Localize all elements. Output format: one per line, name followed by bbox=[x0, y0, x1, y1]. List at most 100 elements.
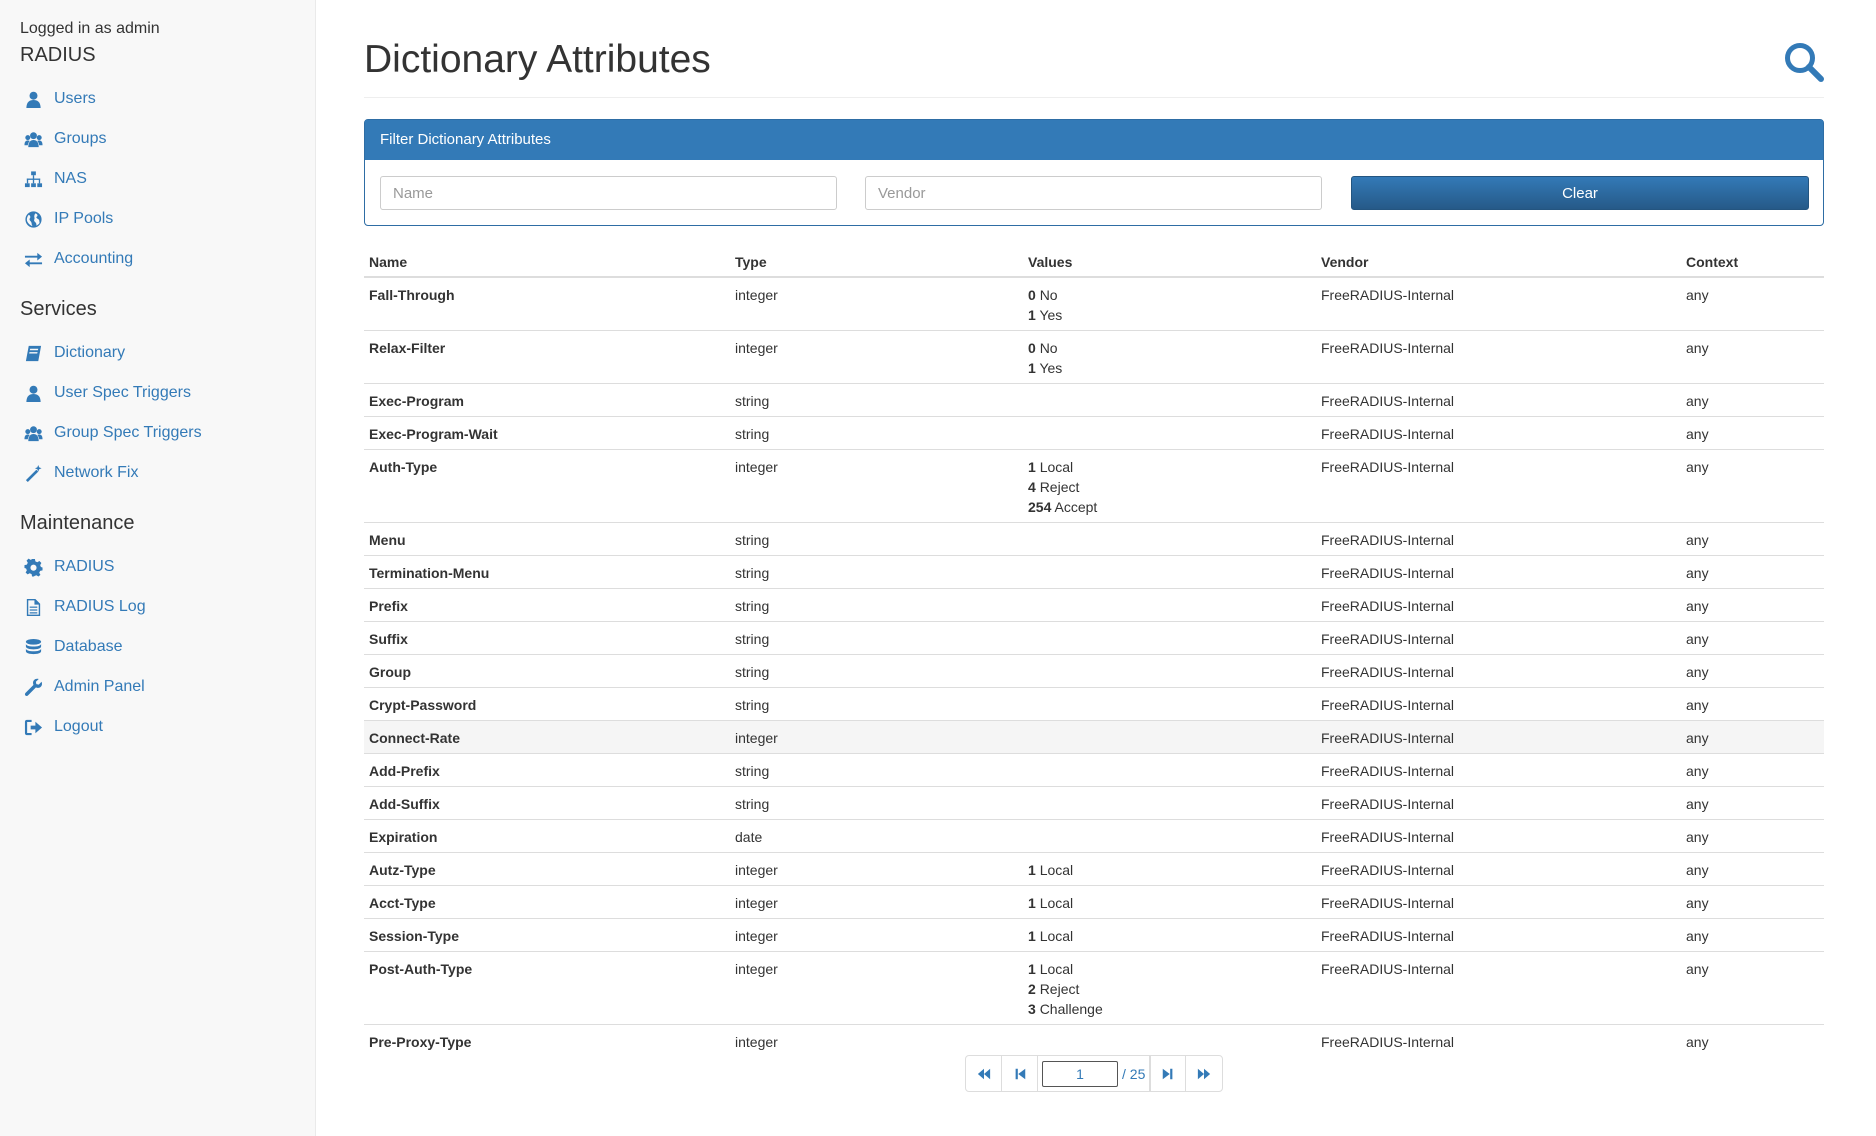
sidebar-item-users[interactable]: Users bbox=[20, 79, 315, 119]
table-row[interactable]: Crypt-Password string FreeRADIUS-Internal a… bbox=[364, 687, 1824, 721]
attribute-name: Menu bbox=[364, 522, 730, 556]
sidebar-item-nas[interactable]: NAS bbox=[20, 159, 315, 199]
attribute-values bbox=[1023, 383, 1316, 417]
table-row[interactable]: Auth-Type integer 1 Local 4 Reject 254 Accep… bbox=[364, 449, 1824, 523]
table-row[interactable]: Relax-Filter integer 0 No 1 Yes FreeRADIUS-I… bbox=[364, 330, 1824, 384]
table-row[interactable]: Connect-Rate integer FreeRADIUS-Internal an… bbox=[364, 720, 1824, 754]
sidebar-item-label: User Spec Triggers bbox=[54, 384, 191, 401]
table-row[interactable]: Exec-Program-Wait string FreeRADIUS-Intern… bbox=[364, 416, 1824, 450]
user-icon bbox=[22, 88, 44, 110]
sidebar-item-label: Users bbox=[54, 90, 96, 107]
attribute-vendor: FreeRADIUS-Internal bbox=[1316, 383, 1681, 417]
search-icon[interactable] bbox=[1782, 40, 1826, 84]
table-row[interactable]: Menu string FreeRADIUS-Internal any bbox=[364, 522, 1824, 556]
value-label: No bbox=[1039, 340, 1058, 356]
column-header-name[interactable]: Name bbox=[364, 248, 730, 278]
sidebar-item-accounting[interactable]: Accounting bbox=[20, 239, 315, 279]
table-row[interactable]: Suffix string FreeRADIUS-Internal any bbox=[364, 621, 1824, 655]
attribute-values bbox=[1023, 819, 1316, 853]
next-page-button[interactable] bbox=[1150, 1056, 1187, 1091]
table-row[interactable]: Autz-Type integer 1 Local FreeRADIUS-Intern… bbox=[364, 852, 1824, 886]
value-key: 2 bbox=[1028, 981, 1036, 997]
value-key: 0 bbox=[1028, 287, 1036, 303]
value-label: Challenge bbox=[1039, 1001, 1103, 1017]
table-row[interactable]: Pre-Proxy-Type integer FreeRADIUS-Internal… bbox=[364, 1024, 1824, 1057]
value-key: 1 bbox=[1028, 961, 1036, 977]
sidebar-item-logout[interactable]: Logout bbox=[20, 707, 315, 747]
table-row[interactable]: Add-Suffix string FreeRADIUS-Internal any bbox=[364, 786, 1824, 820]
sidebar-item-label: Database bbox=[54, 638, 123, 655]
user-icon bbox=[22, 382, 44, 404]
attribute-name: Add-Suffix bbox=[364, 786, 730, 820]
value-entry: 0 No bbox=[1028, 285, 1311, 305]
sidebar-item-label: RADIUS Log bbox=[54, 598, 146, 615]
attribute-name: Connect-Rate bbox=[364, 720, 730, 754]
column-header-vendor[interactable]: Vendor bbox=[1316, 248, 1681, 278]
pagination: / 25 bbox=[965, 1055, 1224, 1092]
table-row[interactable]: Group string FreeRADIUS-Internal any bbox=[364, 654, 1824, 688]
attribute-name: Post-Auth-Type bbox=[364, 951, 730, 1025]
sidebar-item-ip-pools[interactable]: IP Pools bbox=[20, 199, 315, 239]
file-icon bbox=[22, 596, 44, 618]
magic-wand-icon bbox=[22, 462, 44, 484]
sidebar-item-radius-log[interactable]: RADIUS Log bbox=[20, 587, 315, 627]
sidebar-item-user-spec-triggers[interactable]: User Spec Triggers bbox=[20, 373, 315, 413]
sidebar-item-group-spec-triggers[interactable]: Group Spec Triggers bbox=[20, 413, 315, 453]
attribute-name: Suffix bbox=[364, 621, 730, 655]
table-row[interactable]: Add-Prefix string FreeRADIUS-Internal any bbox=[364, 753, 1824, 787]
table-row[interactable]: Acct-Type integer 1 Local FreeRADIUS-Intern… bbox=[364, 885, 1824, 919]
table-row[interactable]: Post-Auth-Type integer 1 Local 2 Reject 3 Ch… bbox=[364, 951, 1824, 1025]
value-label: Reject bbox=[1039, 981, 1080, 997]
attribute-context: any bbox=[1681, 720, 1824, 754]
table-row[interactable]: Termination-Menu string FreeRADIUS-Interna… bbox=[364, 555, 1824, 589]
table-row[interactable]: Prefix string FreeRADIUS-Internal any bbox=[364, 588, 1824, 622]
sidebar-item-label: Admin Panel bbox=[54, 678, 145, 695]
sidebar-item-groups[interactable]: Groups bbox=[20, 119, 315, 159]
attribute-vendor: FreeRADIUS-Internal bbox=[1316, 720, 1681, 754]
table-row[interactable]: Session-Type integer 1 Local FreeRADIUS-Int… bbox=[364, 918, 1824, 952]
sidebar-item-dictionary[interactable]: Dictionary bbox=[20, 333, 315, 373]
attribute-name: Relax-Filter bbox=[364, 330, 730, 384]
attribute-name: Termination-Menu bbox=[364, 555, 730, 589]
attribute-values bbox=[1023, 654, 1316, 688]
attribute-values bbox=[1023, 416, 1316, 450]
attribute-name: Acct-Type bbox=[364, 885, 730, 919]
value-key: 4 bbox=[1028, 479, 1036, 495]
nav-sections: RADIUS Users Groups NAS IP Pools Accounting Se… bbox=[20, 43, 315, 747]
value-label: Accept bbox=[1054, 499, 1098, 515]
column-header-context[interactable]: Context bbox=[1681, 248, 1824, 278]
first-page-button[interactable] bbox=[966, 1056, 1002, 1091]
column-header-values[interactable]: Values bbox=[1023, 248, 1316, 278]
sidebar-section-title: Maintenance bbox=[20, 512, 135, 534]
table-header-row: Name Type Values Vendor Context bbox=[364, 248, 1824, 278]
value-entry: 1 Local bbox=[1028, 860, 1311, 880]
database-icon bbox=[22, 636, 44, 658]
name-filter-input[interactable] bbox=[380, 176, 837, 210]
value-entry: 1 Local bbox=[1028, 926, 1311, 946]
attribute-context: any bbox=[1681, 786, 1824, 820]
vendor-filter-input[interactable] bbox=[865, 176, 1322, 210]
last-page-button[interactable] bbox=[1186, 1056, 1222, 1091]
value-entry: 1 Yes bbox=[1028, 358, 1311, 378]
attribute-context: any bbox=[1681, 588, 1824, 622]
attribute-vendor: FreeRADIUS-Internal bbox=[1316, 951, 1681, 1025]
value-label: Yes bbox=[1039, 360, 1063, 376]
attribute-context: any bbox=[1681, 555, 1824, 589]
attribute-name: Crypt-Password bbox=[364, 687, 730, 721]
column-header-type[interactable]: Type bbox=[730, 248, 1023, 278]
table-row[interactable]: Fall-Through integer 0 No 1 Yes FreeRADIUS-I… bbox=[364, 276, 1824, 331]
value-label: No bbox=[1039, 287, 1058, 303]
table-row[interactable]: Exec-Program string FreeRADIUS-Internal any bbox=[364, 383, 1824, 417]
step-backward-icon bbox=[1015, 1068, 1025, 1079]
attribute-type: string bbox=[730, 588, 1023, 622]
sidebar-item-radius[interactable]: RADIUS bbox=[20, 547, 315, 587]
attribute-vendor: FreeRADIUS-Internal bbox=[1316, 522, 1681, 556]
clear-button[interactable]: Clear bbox=[1351, 176, 1809, 210]
prev-page-button[interactable] bbox=[1002, 1056, 1038, 1091]
sidebar-item-network-fix[interactable]: Network Fix bbox=[20, 453, 315, 493]
sidebar-item-admin-panel[interactable]: Admin Panel bbox=[20, 667, 315, 707]
step-forward-icon bbox=[1163, 1068, 1173, 1079]
table-row[interactable]: Expiration date FreeRADIUS-Internal any bbox=[364, 819, 1824, 853]
page-number-input[interactable] bbox=[1042, 1060, 1118, 1087]
sidebar-item-database[interactable]: Database bbox=[20, 627, 315, 667]
